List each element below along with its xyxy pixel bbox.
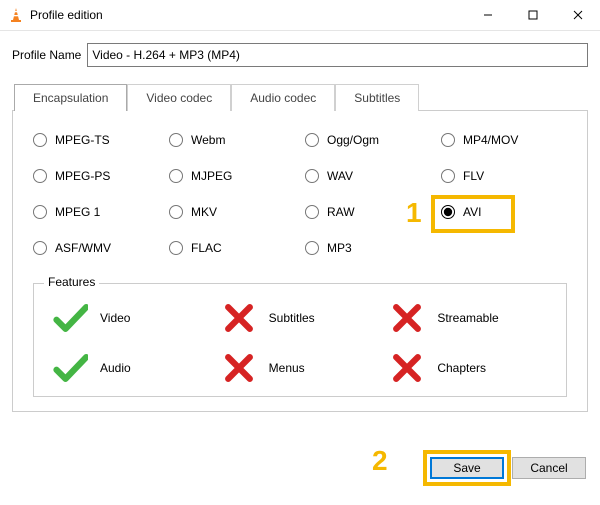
tab-subtitles[interactable]: Subtitles (335, 84, 419, 111)
format-radio-mpeg1[interactable] (33, 205, 47, 219)
feature-chapters: Chapters (389, 350, 548, 386)
feature-label: Streamable (437, 311, 498, 325)
titlebar: Profile edition (0, 0, 600, 31)
callout-number-two: 2 (372, 445, 388, 477)
cross-icon (389, 300, 425, 336)
feature-label: Video (100, 311, 130, 325)
format-option-raw[interactable]: RAW (305, 205, 431, 219)
tab-audio-codec[interactable]: Audio codec (231, 84, 335, 111)
tabs: Encapsulation Video codec Audio codec Su… (12, 83, 588, 445)
format-option-mp3[interactable]: MP3 (305, 241, 431, 255)
save-button[interactable]: Save (430, 457, 504, 479)
maximize-button[interactable] (510, 0, 555, 30)
format-label: MP4/MOV (463, 133, 518, 147)
format-option-mjpeg[interactable]: MJPEG (169, 169, 295, 183)
profile-edition-window: Profile edition Profile Name (0, 0, 600, 505)
format-radio-mpeg_ps[interactable] (33, 169, 47, 183)
window-controls (465, 0, 600, 30)
vlc-cone-icon (8, 7, 24, 23)
check-icon (52, 350, 88, 386)
feature-label: Chapters (437, 361, 486, 375)
feature-video: Video (52, 300, 211, 336)
profile-name-row: Profile Name (12, 43, 588, 67)
features-grid: Video Subtitles Streamable Audio Menus Chapte… (52, 300, 548, 386)
profile-name-label: Profile Name (12, 48, 81, 62)
feature-streamable: Streamable (389, 300, 548, 336)
content-area: Profile Name Encapsulation Video codec A… (0, 31, 600, 445)
format-label: WAV (327, 169, 353, 183)
format-label: MPEG-TS (55, 133, 110, 147)
feature-audio: Audio (52, 350, 211, 386)
format-option-webm[interactable]: Webm (169, 133, 295, 147)
minimize-button[interactable] (465, 0, 510, 30)
format-label: ASF/WMV (55, 241, 111, 255)
format-option-avi[interactable]: AVI1 (441, 205, 567, 219)
format-label: FLAC (191, 241, 222, 255)
format-option-flac[interactable]: FLAC (169, 241, 295, 255)
check-icon (52, 300, 88, 336)
format-option-mp4[interactable]: MP4/MOV (441, 133, 567, 147)
format-option-asf[interactable]: ASF/WMV (33, 241, 159, 255)
tab-encapsulation[interactable]: Encapsulation (14, 84, 127, 111)
format-option-ogg[interactable]: Ogg/Ogm (305, 133, 431, 147)
tab-strip: Encapsulation Video codec Audio codec Su… (14, 84, 588, 111)
format-radio-asf[interactable] (33, 241, 47, 255)
format-radio-webm[interactable] (169, 133, 183, 147)
format-radio-mpeg_ts[interactable] (33, 133, 47, 147)
cross-icon (221, 350, 257, 386)
format-radio-avi[interactable] (441, 205, 455, 219)
format-label: MPEG-PS (55, 169, 110, 183)
format-option-mpeg_ts[interactable]: MPEG-TS (33, 133, 159, 147)
format-radio-mp4[interactable] (441, 133, 455, 147)
feature-subtitles: Subtitles (221, 300, 380, 336)
format-label: MPEG 1 (55, 205, 100, 219)
cross-icon (389, 350, 425, 386)
feature-menus: Menus (221, 350, 380, 386)
format-label: FLV (463, 169, 484, 183)
tab-video-codec[interactable]: Video codec (127, 84, 231, 111)
format-label: Webm (191, 133, 225, 147)
format-label: MP3 (327, 241, 352, 255)
format-radio-ogg[interactable] (305, 133, 319, 147)
tab-panel-encapsulation: MPEG-TS Webm Ogg/Ogm MP4/MOV MPEG-PS MJPEG WAV… (12, 110, 588, 412)
format-label: RAW (327, 205, 355, 219)
format-option-wav[interactable]: WAV (305, 169, 431, 183)
feature-label: Menus (269, 361, 305, 375)
format-label: MKV (191, 205, 217, 219)
format-radio-flv[interactable] (441, 169, 455, 183)
format-option-flv[interactable]: FLV (441, 169, 567, 183)
encapsulation-format-grid: MPEG-TS Webm Ogg/Ogm MP4/MOV MPEG-PS MJPEG WAV… (33, 133, 567, 255)
cross-icon (221, 300, 257, 336)
format-option-mpeg_ps[interactable]: MPEG-PS (33, 169, 159, 183)
cancel-button[interactable]: Cancel (512, 457, 586, 479)
format-radio-wav[interactable] (305, 169, 319, 183)
format-radio-mkv[interactable] (169, 205, 183, 219)
format-radio-mp3[interactable] (305, 241, 319, 255)
features-group: Features VideoSubtitlesStreamableAudioMe… (33, 283, 567, 397)
feature-label: Subtitles (269, 311, 315, 325)
format-option-mpeg1[interactable]: MPEG 1 (33, 205, 159, 219)
format-radio-raw[interactable] (305, 205, 319, 219)
window-title: Profile edition (30, 8, 465, 22)
feature-label: Audio (100, 361, 131, 375)
format-label: Ogg/Ogm (327, 133, 379, 147)
format-option-mkv[interactable]: MKV (169, 205, 295, 219)
close-button[interactable] (555, 0, 600, 30)
format-radio-flac[interactable] (169, 241, 183, 255)
features-legend: Features (44, 275, 99, 289)
format-label: MJPEG (191, 169, 232, 183)
format-radio-mjpeg[interactable] (169, 169, 183, 183)
profile-name-input[interactable] (87, 43, 588, 67)
format-label: AVI (463, 205, 481, 219)
dialog-button-row: 2 Save Cancel (0, 445, 600, 505)
